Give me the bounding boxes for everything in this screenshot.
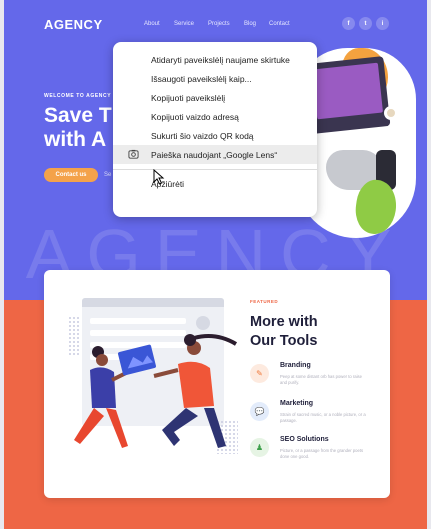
instagram-icon[interactable]: i bbox=[376, 17, 389, 30]
menu-item-label: Paieška naudojant „Google Lens“ bbox=[151, 149, 278, 160]
menu-search-google-lens[interactable]: Paieška naudojant „Google Lens“ bbox=[113, 145, 317, 164]
pen-icon: ✎ bbox=[250, 364, 269, 383]
site-logo[interactable]: AGENCY bbox=[44, 17, 103, 32]
feature-desc: Strain of sacred music, or a noble pictu… bbox=[280, 412, 366, 423]
people-illustration bbox=[74, 334, 238, 448]
nav-service[interactable]: Service bbox=[174, 21, 194, 27]
illustration-board-bar bbox=[82, 298, 224, 307]
context-menu: Atidaryti paveikslėlį naujame skirtuke I… bbox=[113, 42, 317, 217]
lens-icon bbox=[128, 149, 139, 159]
laptop-image bbox=[305, 56, 391, 134]
nav-blog[interactable]: Blog bbox=[244, 21, 256, 27]
menu-open-image-new-tab[interactable]: Atidaryti paveikslėlį naujame skirtuke bbox=[113, 50, 317, 69]
chess-icon: ♟ bbox=[250, 438, 269, 457]
nav-about[interactable]: About bbox=[144, 21, 160, 27]
nav-contact[interactable]: Contact bbox=[269, 21, 290, 27]
twitter-icon[interactable]: t bbox=[359, 17, 372, 30]
menu-copy-image-address[interactable]: Kopijuoti vaizdo adresą bbox=[113, 107, 317, 126]
feature-title: SEO Solutions bbox=[280, 436, 329, 443]
chat-icon: 💬 bbox=[250, 402, 269, 421]
nav-projects[interactable]: Projects bbox=[208, 21, 230, 27]
tools-title-line2: Our Tools bbox=[250, 333, 318, 349]
menu-save-image-as[interactable]: Išsaugoti paveikslėlį kaip... bbox=[113, 69, 317, 88]
menu-inspect[interactable]: Apžiūrėti bbox=[113, 174, 317, 193]
coffee-cup-image bbox=[384, 106, 398, 120]
menu-divider bbox=[113, 169, 317, 170]
illustration-line bbox=[90, 318, 186, 324]
feature-desc: Picture, or a passage from the grander p… bbox=[280, 448, 364, 459]
menu-create-qr-code[interactable]: Sukurti šio vaizdo QR kodą bbox=[113, 126, 317, 145]
hero-eyebrow: WELCOME TO AGENCY bbox=[44, 93, 112, 99]
menu-copy-image[interactable]: Kopijuoti paveikslėlį bbox=[113, 88, 317, 107]
feature-title: Branding bbox=[280, 362, 311, 369]
feature-title: Marketing bbox=[280, 400, 314, 407]
web-page: AGENCY AGENCY About Service Projects Blo… bbox=[4, 0, 427, 529]
tools-eyebrow: FEATURED bbox=[250, 299, 279, 304]
contact-us-button[interactable]: Contact us bbox=[44, 168, 98, 182]
illustration-avatar bbox=[196, 316, 210, 330]
tools-title: More with Our Tools bbox=[250, 313, 360, 351]
tools-title-line1: More with bbox=[250, 314, 318, 330]
secondary-hero-link[interactable]: Se bbox=[104, 172, 111, 178]
facebook-icon[interactable]: f bbox=[342, 17, 355, 30]
mouse-cursor-icon bbox=[153, 169, 165, 185]
feature-desc: Peep at some distant orb has power to ra… bbox=[280, 374, 362, 385]
